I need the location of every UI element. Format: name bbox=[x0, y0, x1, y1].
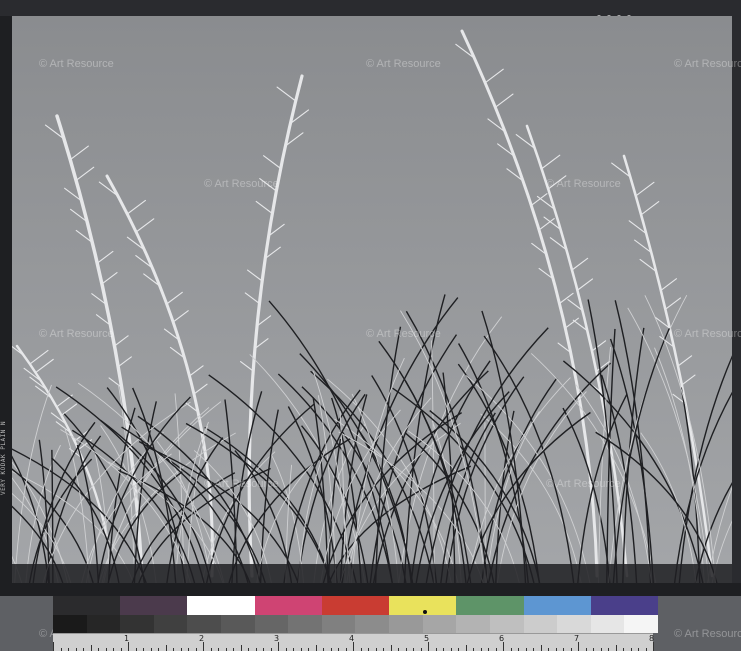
film-top-edge bbox=[0, 0, 741, 16]
photo-frame: VERY KODAK PLAIN N bbox=[0, 0, 741, 596]
watermark: © Art Resource bbox=[546, 478, 621, 490]
color-calibration-bar bbox=[53, 596, 658, 615]
gray-step bbox=[255, 615, 289, 633]
watermark: © Art Resource bbox=[674, 328, 741, 340]
gray-step bbox=[557, 615, 591, 633]
gray-step bbox=[490, 615, 524, 633]
gray-step bbox=[322, 615, 356, 633]
watermark: © Art Resource bbox=[674, 58, 741, 70]
gray-step bbox=[288, 615, 322, 633]
gray-step bbox=[53, 615, 87, 633]
ruler: 1 2 3 4 5 6 7 8 bbox=[53, 633, 653, 651]
ruler-tick bbox=[616, 645, 617, 651]
ruler-tick bbox=[466, 645, 467, 651]
gray-step bbox=[87, 615, 121, 633]
ruler-tick bbox=[391, 645, 392, 651]
color-swatch bbox=[524, 596, 591, 615]
gray-step bbox=[154, 615, 188, 633]
watermark: © Art Resource bbox=[204, 478, 279, 490]
gray-step bbox=[389, 615, 423, 633]
ruler-number: 5 bbox=[424, 634, 429, 643]
ruler-tick bbox=[241, 645, 242, 651]
color-swatch bbox=[187, 596, 254, 615]
color-swatch bbox=[591, 596, 658, 615]
film-edge-print: VERY KODAK PLAIN N bbox=[0, 415, 12, 495]
ruler-tick bbox=[166, 645, 167, 651]
gray-step bbox=[456, 615, 490, 633]
gray-step bbox=[524, 615, 558, 633]
color-swatch bbox=[456, 596, 523, 615]
film-right-edge bbox=[732, 16, 741, 583]
color-swatch bbox=[120, 596, 187, 615]
watermark: © Art Resource bbox=[546, 178, 621, 190]
gray-step bbox=[355, 615, 389, 633]
color-swatch bbox=[255, 596, 322, 615]
watermark: © Art Resource bbox=[204, 178, 279, 190]
ruler-tick bbox=[541, 645, 542, 651]
gray-step bbox=[591, 615, 625, 633]
gray-step bbox=[624, 615, 658, 633]
watermark: © Art Resource bbox=[366, 328, 441, 340]
ruler-number: 3 bbox=[274, 634, 279, 643]
photograph bbox=[12, 16, 732, 583]
gray-step bbox=[423, 615, 457, 633]
ruler-number: 6 bbox=[499, 634, 504, 643]
ruler-number: 8 bbox=[649, 634, 654, 643]
color-swatch bbox=[322, 596, 389, 615]
gray-step bbox=[221, 615, 255, 633]
ruler-number: 4 bbox=[349, 634, 354, 643]
watermark: © Art Resource bbox=[674, 628, 741, 640]
register-dot bbox=[423, 610, 427, 614]
gray-step bbox=[187, 615, 221, 633]
watermark: © Art Resource bbox=[39, 328, 114, 340]
ruler-tick bbox=[91, 645, 92, 651]
color-swatch bbox=[53, 596, 120, 615]
gray-step bbox=[120, 615, 154, 633]
artwork-viewer: VERY KODAK PLAIN N © Art Resource © Art … bbox=[0, 0, 741, 650]
watermark: © Art Resource bbox=[39, 58, 114, 70]
photograph-drawing bbox=[12, 16, 732, 583]
grayscale-calibration-bar bbox=[53, 615, 658, 633]
ruler-number: 2 bbox=[199, 634, 204, 643]
ruler-tick bbox=[316, 645, 317, 651]
grass-base bbox=[12, 564, 732, 583]
ruler-number: 1 bbox=[124, 634, 129, 643]
watermark: © Art Resource bbox=[366, 58, 441, 70]
ruler-number: 7 bbox=[574, 634, 579, 643]
